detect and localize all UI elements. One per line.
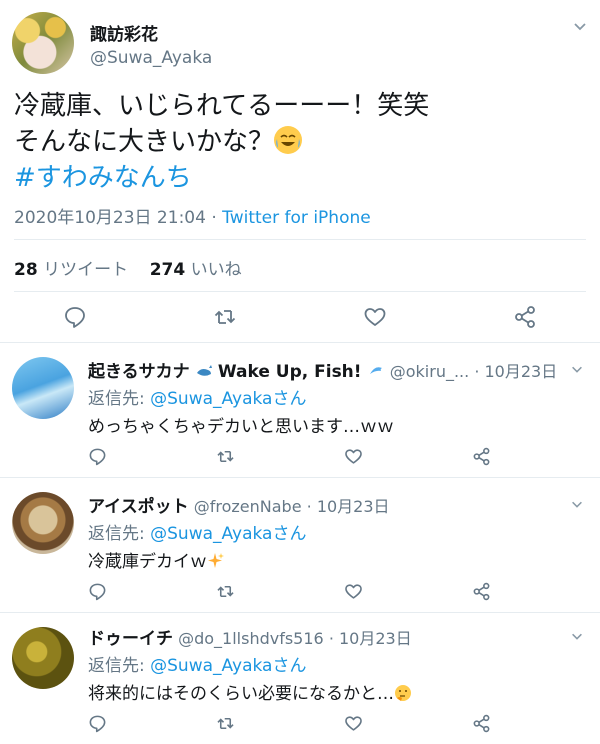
retweet-label: リツイート (43, 260, 129, 280)
reply-menu-chevron-down-icon[interactable] (570, 361, 584, 380)
reply-to-prefix: 返信先: (88, 656, 151, 676)
retweet-stat[interactable]: 28 リツイート (14, 260, 128, 280)
divider (14, 239, 586, 240)
tweet-stats: 28 リツイート 274 いいね (14, 255, 242, 280)
share-icon (473, 447, 490, 466)
reply-avatar[interactable] (12, 357, 74, 419)
tweet-text: 冷蔵庫、いじられてるーーー！笑笑 そんなに大きいかな？ #すわみなんち (14, 88, 574, 196)
reply-icon (89, 448, 106, 466)
heart-icon (345, 584, 362, 599)
tweet-source-link[interactable]: Twitter for iPhone (222, 208, 371, 228)
retweet-button[interactable] (213, 305, 237, 329)
tweet-menu-chevron-down-icon[interactable] (572, 18, 588, 38)
reply-share-button[interactable] (472, 582, 491, 605)
author-handle[interactable]: @Suwa_Ayaka (90, 48, 212, 68)
reply-to-line: 返信先: @Suwa_Ayakaさん (88, 519, 306, 544)
reply-to-target-link[interactable]: @Suwa_Ayakaさん (150, 656, 306, 676)
tweet-timestamp[interactable]: 2020年10月23日 21:04 (14, 208, 206, 228)
retweet-icon (217, 585, 234, 598)
hashtag-link[interactable]: #すわみなんち (14, 160, 574, 196)
face-with-tears-of-joy-icon (274, 126, 303, 154)
thinking-face-icon (394, 684, 412, 704)
reply-to-prefix: 返信先: (88, 524, 151, 544)
reply-author-handle[interactable]: @okiru_... (390, 362, 469, 381)
reply-like-button[interactable] (344, 582, 363, 605)
reply-date[interactable]: · 10月23日 (474, 362, 557, 381)
reply-menu-chevron-down-icon[interactable] (570, 628, 584, 647)
reply-avatar[interactable] (12, 492, 74, 554)
reply-tweet[interactable]: 起きるサカナ Wake Up, Fish! @okiru_... · 10月23… (0, 343, 600, 477)
reply-author-name[interactable]: 起きるサカナ (88, 362, 190, 382)
author-name[interactable]: 諏訪彩花 (90, 20, 158, 45)
tweet-text-line-2: そんなに大きいかな？ (14, 124, 574, 160)
heart-icon (345, 716, 362, 731)
reply-to-line: 返信先: @Suwa_Ayakaさん (88, 384, 306, 409)
reply-share-button[interactable] (472, 714, 491, 737)
reply-menu-chevron-down-icon[interactable] (570, 496, 584, 515)
like-count: 274 (149, 260, 186, 280)
reply-author-handle[interactable]: @frozenNabe (194, 497, 302, 516)
reply-date[interactable]: · 10月23日 (329, 629, 412, 648)
reply-author-name[interactable]: ドゥーイチ (88, 629, 173, 649)
divider (14, 291, 586, 292)
reply-reply-button[interactable] (88, 714, 107, 737)
reply-header: ドゥーイチ @do_1llshdvfs516 · 10月23日 (88, 624, 568, 649)
share-icon (515, 306, 535, 328)
reply-icon (65, 307, 85, 328)
reply-tweet[interactable]: アイスポット @frozenNabe · 10月23日 返信先: @Suwa_A… (0, 478, 600, 612)
like-stat[interactable]: 274 いいね (150, 260, 242, 280)
reply-tweet[interactable]: ドゥーイチ @do_1llshdvfs516 · 10月23日 返信先: @Su… (0, 613, 600, 744)
reply-to-prefix: 返信先: (88, 389, 151, 409)
retweet-count: 28 (14, 260, 38, 280)
reply-like-button[interactable] (344, 714, 363, 737)
dolphin-icon (367, 362, 385, 381)
reply-icon (89, 583, 106, 601)
reply-to-line: 返信先: @Suwa_Ayakaさん (88, 651, 306, 676)
reply-author-name[interactable]: アイスポット (88, 497, 189, 517)
heart-icon (364, 308, 386, 326)
meta-separator: · (211, 208, 217, 228)
retweet-icon (214, 310, 236, 324)
reply-body-text: 将来的にはそのくらい必要になるかと… (88, 684, 394, 704)
reply-author-handle[interactable]: @do_1llshdvfs516 (178, 629, 324, 648)
reply-body: 将来的にはそのくらい必要になるかと… (88, 679, 412, 704)
tweet-text-line-2-content: そんなに大きいかな？ (14, 127, 275, 157)
reply-reply-button[interactable] (88, 447, 107, 470)
like-label: いいね (190, 260, 242, 280)
reply-to-target-link[interactable]: @Suwa_Ayakaさん (150, 389, 306, 409)
reply-date[interactable]: · 10月23日 (307, 497, 390, 516)
reply-button[interactable] (63, 305, 87, 329)
reply-reply-button[interactable] (88, 582, 107, 605)
reply-body: 冷蔵庫デカイｗ (88, 547, 225, 572)
retweet-icon (217, 450, 234, 463)
tweet-detail-screen: 諏訪彩花 @Suwa_Ayaka 冷蔵庫、いじられてるーーー！笑笑 そんなに大き… (0, 0, 600, 744)
reply-retweet-button[interactable] (216, 714, 235, 737)
heart-icon (345, 449, 362, 464)
reply-retweet-button[interactable] (216, 447, 235, 470)
tweet-meta: 2020年10月23日 21:04 · Twitter for iPhone (14, 203, 371, 228)
reply-header: アイスポット @frozenNabe · 10月23日 (88, 492, 568, 517)
share-button[interactable] (513, 305, 537, 329)
tweet-text-line-1: 冷蔵庫、いじられてるーーー！笑笑 (14, 91, 430, 121)
share-icon (473, 582, 490, 601)
reply-header: 起きるサカナ Wake Up, Fish! @okiru_... · 10月23… (88, 357, 568, 382)
reply-body: めっちゃくちゃデカいと思います…ｗｗ (88, 417, 394, 437)
author-avatar[interactable] (12, 12, 74, 74)
sparkles-icon (207, 552, 225, 572)
reply-retweet-button[interactable] (216, 582, 235, 605)
reply-share-button[interactable] (472, 447, 491, 470)
retweet-icon (217, 717, 234, 730)
reply-author-name-extra[interactable]: Wake Up, Fish! (218, 362, 362, 382)
whale-icon (195, 362, 213, 381)
reply-avatar[interactable] (12, 627, 74, 689)
reply-to-target-link[interactable]: @Suwa_Ayakaさん (150, 524, 306, 544)
reply-icon (89, 715, 106, 733)
reply-body-text: 冷蔵庫デカイｗ (88, 552, 207, 572)
like-button[interactable] (363, 305, 387, 329)
share-icon (473, 714, 490, 733)
reply-like-button[interactable] (344, 447, 363, 470)
